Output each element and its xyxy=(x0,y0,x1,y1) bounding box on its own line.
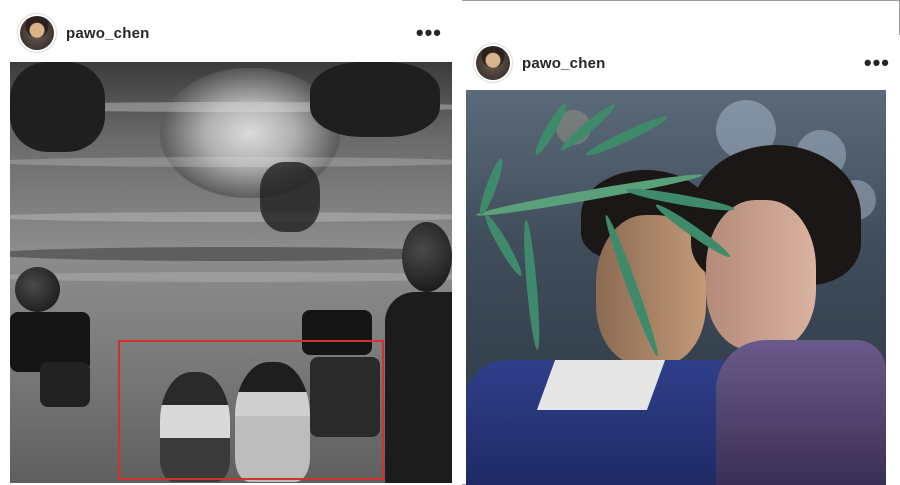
post-card-2: pawo_chen ••• xyxy=(466,35,900,485)
diver xyxy=(385,292,452,483)
underwater-camera xyxy=(40,362,90,407)
post-photo[interactable] xyxy=(466,90,886,485)
post-photo[interactable] xyxy=(10,62,452,483)
woman-face xyxy=(706,200,816,350)
post-card-1: pawo_chen ••• xyxy=(0,0,462,485)
ripple xyxy=(10,247,452,261)
username-link[interactable]: pawo_chen xyxy=(66,25,150,42)
white-collar xyxy=(536,360,666,410)
diver xyxy=(15,267,60,312)
username-link[interactable]: pawo_chen xyxy=(522,55,606,72)
post-header: pawo_chen ••• xyxy=(476,45,890,81)
shadow xyxy=(260,162,320,232)
fern-frond xyxy=(481,212,526,279)
more-options-icon[interactable]: ••• xyxy=(864,52,890,74)
shadow xyxy=(310,62,440,137)
avatar[interactable] xyxy=(476,46,510,80)
more-options-icon[interactable]: ••• xyxy=(416,22,442,44)
ripple xyxy=(10,212,452,222)
diver xyxy=(402,222,452,292)
post-header: pawo_chen ••• xyxy=(20,14,442,52)
avatar[interactable] xyxy=(20,16,54,50)
purple-robe xyxy=(716,340,886,485)
ripple xyxy=(10,157,452,167)
highlight-box xyxy=(118,340,384,480)
shadow xyxy=(10,62,105,152)
fern-frond xyxy=(521,219,543,350)
ripple xyxy=(10,272,452,282)
